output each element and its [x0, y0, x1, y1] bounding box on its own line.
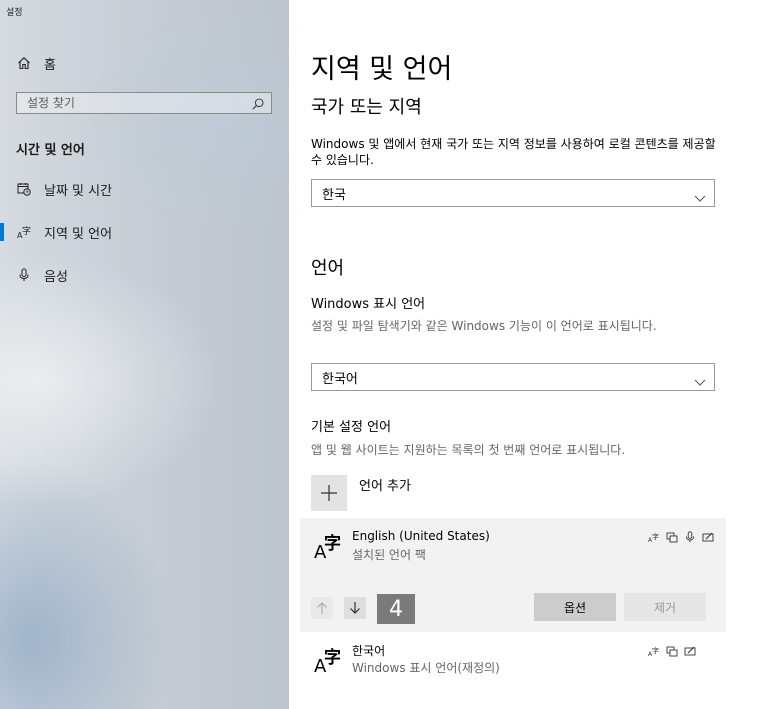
language-feature-icons: A字: [648, 642, 696, 658]
svg-text:字: 字: [22, 225, 31, 237]
arrow-down-icon: [350, 602, 360, 614]
window-title: 설정: [6, 8, 23, 18]
add-language-label: 언어 추가: [359, 479, 411, 494]
language-icon: A字: [16, 224, 32, 240]
region-heading: 국가 또는 지역: [311, 97, 422, 118]
text-to-speech-icon: [666, 642, 678, 657]
svg-text:字: 字: [324, 647, 341, 668]
display-language-description: 설정 및 파일 탐색기와 같은 Windows 기능이 이 언어로 표시됩니다.: [311, 319, 657, 333]
display-language-select[interactable]: 한국어: [311, 363, 715, 391]
chevron-down-icon: [694, 372, 706, 386]
move-down-button[interactable]: [344, 597, 366, 619]
plus-icon: [311, 475, 347, 511]
remove-button[interactable]: 제거: [624, 593, 706, 621]
nav-home-label: 홈: [44, 57, 56, 73]
sidebar-item-label: 날짜 및 시간: [44, 183, 113, 199]
page-title: 지역 및 언어: [311, 54, 453, 85]
search-icon[interactable]: [251, 96, 265, 110]
country-select[interactable]: 한국: [311, 179, 715, 207]
nav-home[interactable]: 홈: [0, 45, 289, 81]
microphone-icon: [16, 267, 32, 283]
calendar-clock-icon: [16, 181, 32, 197]
add-language-button[interactable]: 언어 추가: [311, 475, 531, 511]
language-status: 설치된 언어 팩: [352, 548, 426, 562]
text-to-speech-icon: [666, 528, 678, 543]
language-name: English (United States): [352, 529, 490, 543]
chevron-down-icon: [694, 188, 706, 202]
svg-text:字: 字: [324, 533, 341, 554]
language-name: 한국어: [352, 644, 386, 658]
language-glyph-icon: A字: [314, 644, 344, 677]
sidebar: 설정 홈 시간 및 언어 날짜 및 시간 A字 지역 및 언어 음성: [0, 0, 289, 709]
language-item-english[interactable]: A字 English (United States) 설치된 언어 팩 A字 4…: [300, 518, 726, 632]
country-select-value: 한국: [322, 187, 346, 203]
sidebar-item-region-language[interactable]: A字 지역 및 언어: [0, 214, 289, 250]
display-language-icon: A字: [648, 642, 660, 658]
sidebar-item-speech[interactable]: 음성: [0, 257, 289, 293]
search-input[interactable]: [17, 93, 247, 113]
svg-text:字: 字: [652, 532, 659, 541]
options-button[interactable]: 옵션: [534, 593, 616, 621]
display-language-icon: A字: [648, 528, 660, 544]
microphone-icon: [684, 528, 696, 543]
language-glyph-icon: A字: [314, 530, 344, 563]
preferred-languages-description: 앱 및 웹 사이트는 지원하는 목록의 첫 번째 언어로 표시됩니다.: [311, 443, 626, 457]
search-box[interactable]: [16, 92, 272, 114]
region-description: Windows 및 앱에서 현재 국가 또는 지역 정보를 사용하여 로컬 콘텐…: [311, 137, 716, 167]
language-status: Windows 표시 언어(재정의): [352, 661, 500, 675]
main-content: 지역 및 언어 국가 또는 지역 Windows 및 앱에서 현재 국가 또는 …: [289, 0, 773, 709]
display-language-value: 한국어: [322, 371, 358, 387]
handwriting-icon: [684, 642, 696, 656]
preferred-languages-label: 기본 설정 언어: [311, 420, 392, 435]
language-item-korean[interactable]: A字 한국어 Windows 표시 언어(재정의) A字: [300, 636, 726, 688]
order-badge: 4: [377, 594, 415, 624]
svg-text:字: 字: [652, 646, 659, 655]
sidebar-item-date-time[interactable]: 날짜 및 시간: [0, 171, 289, 207]
language-feature-icons: A字: [648, 528, 714, 544]
sidebar-item-label: 지역 및 언어: [44, 226, 113, 242]
move-up-button[interactable]: [311, 597, 333, 619]
selected-indicator: [0, 223, 4, 241]
language-heading: 언어: [311, 258, 345, 279]
home-icon: [16, 55, 32, 71]
handwriting-icon: [702, 528, 714, 542]
arrow-up-icon: [317, 602, 327, 614]
section-heading: 시간 및 언어: [16, 143, 85, 158]
sidebar-item-label: 음성: [44, 269, 68, 285]
display-language-label: Windows 표시 언어: [311, 297, 426, 312]
